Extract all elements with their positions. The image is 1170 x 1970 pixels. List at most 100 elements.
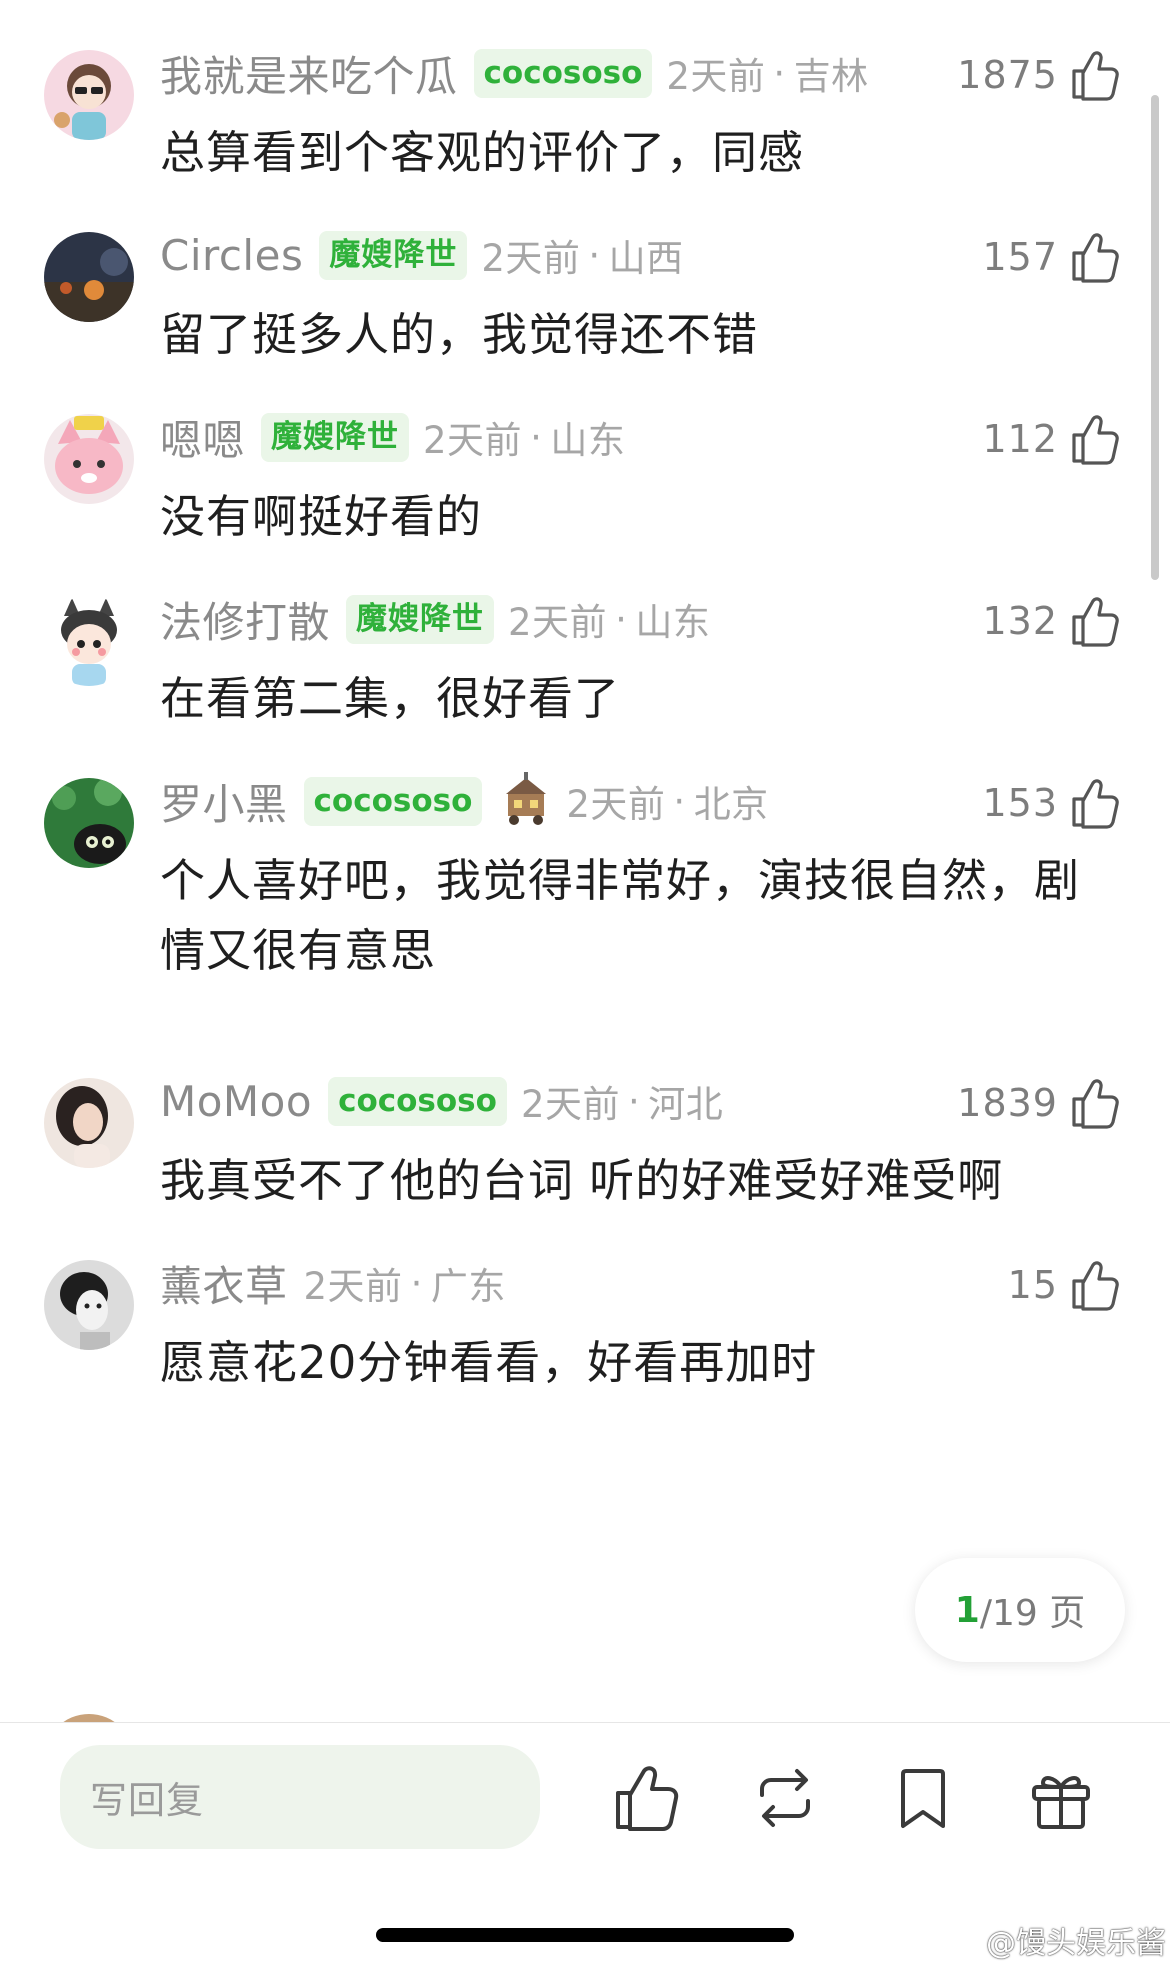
comment-header: 嗯嗯 魔嫂降世 2天前 · 山东 [160, 408, 625, 466]
username[interactable]: 我就是来吃个瓜 [160, 43, 458, 104]
like-count: 112 [982, 417, 1058, 461]
comment-item: Circles 魔嫂降世 2天前 · 山西 157 留了挺多人的，我觉得还不错 [0, 222, 1150, 422]
like-control[interactable]: 1839 [957, 1074, 1120, 1132]
meta-separator: · [673, 779, 686, 823]
current-page: 1 [954, 1589, 980, 1631]
comment-location: 吉林 [793, 55, 869, 98]
meta-separator: · [773, 51, 786, 95]
meta-separator: · [588, 233, 601, 277]
comment-location: 广东 [430, 1265, 506, 1308]
comment-location: 北京 [693, 783, 769, 826]
weibo-logo-icon [940, 1927, 979, 1957]
avatar[interactable] [44, 414, 134, 504]
comment-text: 我真受不了他的台词 听的好难受好难受啊 [160, 1154, 1004, 1207]
username[interactable]: 嗯嗯 [160, 407, 245, 468]
thumbs-up-icon[interactable] [1070, 49, 1120, 101]
avatar[interactable] [44, 1260, 134, 1350]
pink-fox-avatar-icon [44, 414, 134, 504]
avatar[interactable] [44, 50, 134, 140]
like-count: 1875 [957, 53, 1058, 97]
home-indicator[interactable] [376, 1928, 794, 1942]
night-scene-avatar-icon [44, 232, 134, 322]
thumbs-up-icon[interactable] [1070, 231, 1120, 283]
repost-icon[interactable] [750, 1763, 820, 1833]
fan-badge[interactable]: 魔嫂降世 [261, 412, 410, 462]
comment-time: 2天前 [481, 237, 581, 280]
scrollbar-thumb[interactable] [1151, 95, 1159, 580]
comment-time: 2天前 [508, 601, 608, 644]
reply-input[interactable]: 写回复 [60, 1745, 540, 1849]
fan-badge[interactable]: cocososo [328, 1076, 507, 1126]
avatar[interactable] [44, 232, 134, 322]
fan-badge[interactable]: cocososo [473, 48, 653, 98]
like-count: 15 [1007, 1263, 1058, 1307]
gift-icon[interactable] [1026, 1763, 1096, 1833]
thumbs-up-icon[interactable] [1070, 1259, 1120, 1311]
like-count: 132 [982, 599, 1058, 643]
like-count: 1839 [957, 1081, 1058, 1125]
portrait-woman-avatar-icon [44, 1078, 134, 1168]
avatar[interactable] [44, 778, 134, 868]
comment-header: 法修打散 魔嫂降世 2天前 · 山东 [160, 590, 710, 648]
anime-boy-avatar-icon [44, 596, 134, 686]
comment-header: Circles 魔嫂降世 2天前 · 山西 [160, 226, 684, 284]
comment-text: 愿意花20分钟看看，好看再加时 [160, 1336, 818, 1389]
avatar[interactable] [44, 1078, 134, 1168]
comment-header: 罗小黑 cocososo 2天前 · 北京 [160, 772, 769, 830]
house-cart-icon [496, 772, 556, 830]
bookmark-icon[interactable] [888, 1763, 958, 1833]
username[interactable]: 罗小黑 [160, 771, 288, 832]
black-cat-avatar-icon [44, 778, 134, 868]
like-control[interactable]: 153 [982, 774, 1120, 832]
fan-badge[interactable]: 魔嫂降世 [346, 594, 495, 644]
meta-separator: · [530, 415, 543, 459]
comment-location: 山西 [608, 237, 684, 280]
meta-separator: · [627, 1079, 641, 1123]
comment-time: 2天前 [303, 1265, 403, 1308]
comment-text: 个人喜好吧，我觉得非常好，演技很自然，剧情又很有意思 [160, 854, 1081, 977]
comment-item: 我就是来吃个瓜 cocososo 2天前 · 吉林 1875 总算看到个客观的评… [0, 40, 1150, 240]
watermark-text: @馒头娱乐酱 [986, 1926, 1166, 1961]
like-count: 157 [982, 235, 1058, 279]
like-control[interactable]: 112 [982, 410, 1120, 468]
comment-text: 总算看到个客观的评价了，同感 [160, 126, 805, 179]
thumbs-up-icon[interactable] [612, 1763, 682, 1833]
comment-time: 2天前 [666, 55, 766, 98]
watermark: @馒头娱乐酱 [940, 1918, 1166, 1962]
username[interactable]: 法修打散 [160, 589, 330, 650]
comment-text: 留了挺多人的，我觉得还不错 [160, 308, 759, 361]
fan-badge[interactable]: 魔嫂降世 [319, 230, 468, 280]
fan-badge[interactable]: cocososo [303, 776, 483, 826]
comment-item: 法修打散 魔嫂降世 2天前 · 山东 132 在看第二集，很好看了 [0, 586, 1150, 786]
meta-separator: · [615, 597, 628, 641]
thumbs-up-icon[interactable] [1070, 1077, 1120, 1129]
comment-time: 2天前 [566, 783, 666, 826]
comment-page: 我就是来吃个瓜 cocososo 2天前 · 吉林 1875 总算看到个客观的评… [0, 0, 1170, 1970]
comment-header: 我就是来吃个瓜 cocososo 2天前 · 吉林 [160, 44, 869, 102]
username[interactable]: 薰衣草 [160, 1253, 288, 1314]
like-control[interactable]: 132 [982, 592, 1120, 650]
thumbs-up-icon[interactable] [1070, 595, 1120, 647]
total-pages: /19 页 [979, 1593, 1086, 1634]
avatar[interactable] [44, 596, 134, 686]
comment-text: 在看第二集，很好看了 [160, 672, 621, 725]
comment-time: 2天前 [520, 1083, 620, 1126]
like-control[interactable]: 1875 [957, 46, 1120, 104]
comment-item: MoMoo cocososo 2天前 · 河北 1839 我真受不了他的台词 听… [0, 1068, 1150, 1268]
like-count: 153 [982, 781, 1058, 825]
comment-item: 嗯嗯 魔嫂降世 2天前 · 山东 112 没有啊挺好看的 [0, 404, 1150, 604]
username[interactable]: MoMoo [160, 1077, 312, 1126]
comment-item: 罗小黑 cocososo 2天前 · 北京 153 个人喜好吧，我觉得非常好，演… [0, 768, 1150, 1028]
thumbs-up-icon[interactable] [1070, 413, 1120, 465]
like-control[interactable]: 15 [1008, 1256, 1120, 1314]
comment-location: 山东 [635, 601, 711, 644]
username[interactable]: Circles [160, 231, 303, 280]
reply-placeholder: 写回复 [90, 1779, 204, 1822]
meta-separator: · [410, 1261, 423, 1305]
comment-location: 山东 [550, 419, 626, 462]
like-control[interactable]: 157 [982, 228, 1120, 286]
comment-item: 薰衣草 2天前 · 广东 15 愿意花20分钟看看，好看再加时 [0, 1250, 1150, 1450]
bw-portrait-avatar-icon [44, 1260, 134, 1350]
thumbs-up-icon[interactable] [1070, 777, 1120, 829]
page-indicator[interactable]: 1 /19 页 [915, 1558, 1125, 1662]
